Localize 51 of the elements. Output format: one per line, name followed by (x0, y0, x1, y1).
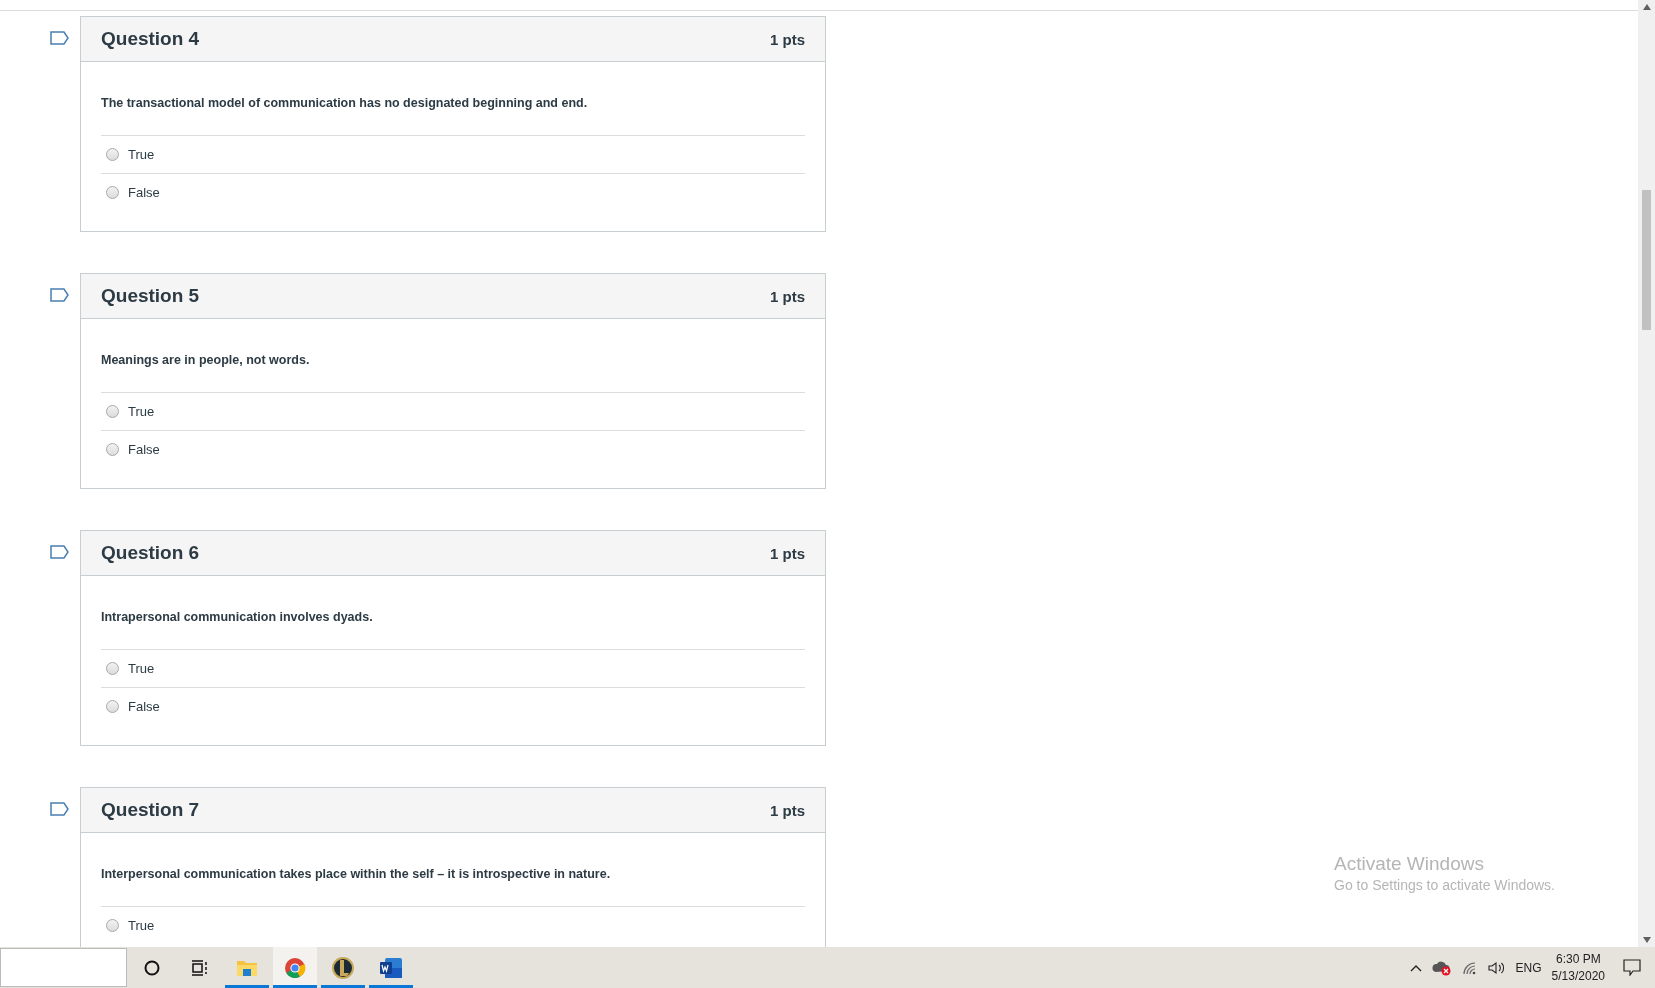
notification-icon[interactable] (1623, 959, 1641, 976)
game-logo-icon (332, 955, 354, 980)
radio-button[interactable] (106, 700, 119, 713)
wifi-icon[interactable] (1461, 960, 1478, 975)
radio-button[interactable] (106, 148, 119, 161)
radio-button[interactable] (106, 662, 119, 675)
radio-button[interactable] (106, 405, 119, 418)
clock-date[interactable]: 5/13/2020 (1551, 969, 1605, 983)
bookmark-icon[interactable] (50, 31, 69, 45)
task-view-icon[interactable] (191, 959, 209, 976)
question-title: Question 7 (101, 799, 200, 821)
question-title: Question 4 (101, 28, 200, 50)
search-field[interactable] (0, 948, 127, 987)
radio-button[interactable] (106, 919, 119, 932)
bookmark-icon[interactable] (50, 288, 69, 302)
circle-icon[interactable] (144, 959, 160, 976)
question-points: 1 pts (770, 544, 805, 562)
question-points: 1 pts (770, 287, 805, 305)
folder-icon (236, 958, 258, 977)
question-text: Interpersonal communication takes place within the self – it is introspective in nature. (101, 867, 805, 907)
question-title: Question 6 (101, 542, 200, 564)
activation-title: Activate Windows (1334, 853, 1485, 875)
question-title: Question 5 (101, 285, 200, 307)
answer-label[interactable]: True (128, 661, 155, 676)
language-indicator[interactable]: ENG (1515, 960, 1542, 975)
bookmark-icon[interactable] (50, 545, 69, 559)
radio-button[interactable] (106, 443, 119, 456)
scroll-up-icon[interactable] (1642, 4, 1651, 10)
answer-label[interactable]: True (128, 918, 155, 933)
clock-time[interactable]: 6:30 PM (1555, 952, 1601, 966)
browser-icon (284, 956, 306, 979)
cloud-error-icon[interactable] (1431, 959, 1452, 976)
question-text: Intrapersonal communication involves dyads. (101, 610, 805, 650)
question-text: The transactional model of communication has no designated beginning and end. (101, 96, 805, 136)
answer-label[interactable]: True (128, 147, 155, 162)
question-points: 1 pts (770, 801, 805, 819)
chevron-up-icon[interactable] (1409, 963, 1422, 972)
document-app-icon (379, 956, 403, 979)
bookmark-icon[interactable] (50, 802, 69, 816)
radio-button[interactable] (106, 186, 119, 199)
scrollbar-thumb[interactable] (1642, 190, 1651, 330)
speaker-icon[interactable] (1487, 960, 1506, 975)
activation-message: Go to Settings to activate Windows. (1334, 877, 1555, 893)
answer-label[interactable]: False (128, 699, 160, 714)
scrollbar[interactable] (1638, 0, 1655, 947)
question-text: Meanings are in people, not words. (101, 353, 805, 393)
answer-label[interactable]: False (128, 442, 160, 457)
answer-label[interactable]: False (128, 185, 160, 200)
question-points: 1 pts (770, 30, 805, 48)
answer-label[interactable]: True (128, 404, 155, 419)
scroll-down-icon[interactable] (1642, 937, 1651, 943)
